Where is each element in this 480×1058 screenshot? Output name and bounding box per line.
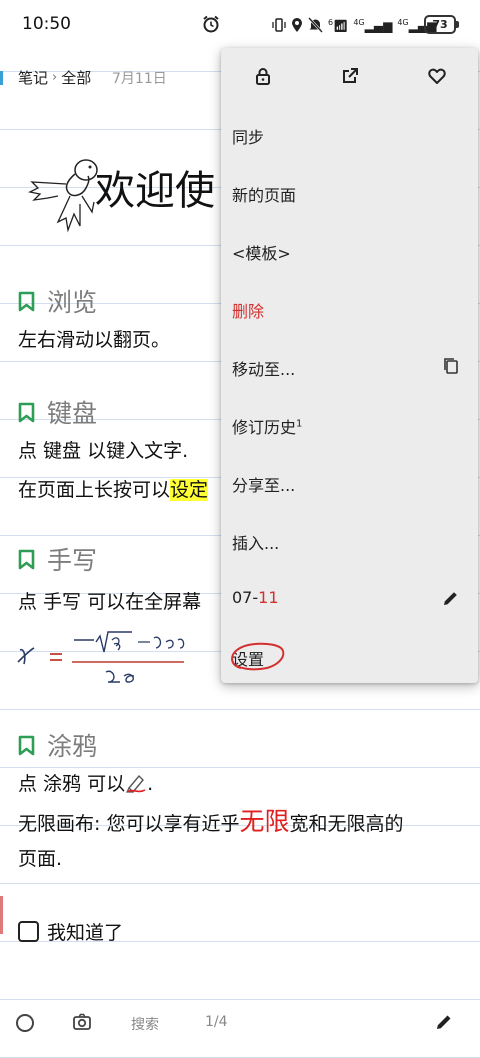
status-icons: 6📶︎ 4G▂▄▆ 4G▂▄▆ [272,15,436,35]
menu-item-settings[interactable]: 设置 [221,628,478,686]
menu-item-label: 新的页面 [232,186,297,205]
red-emphasis-text: 无限 [239,807,290,836]
breadcrumb-notebook[interactable]: 笔记 [18,67,48,88]
menu-item-revision-history[interactable]: 修订历史1 [221,396,478,454]
status-bar: 10:50 6📶︎ 4G▂▄▆ 4G▂▄▆ 73 [0,0,480,50]
menu-item-share[interactable]: 分享至... [221,454,478,512]
menu-item-delete[interactable]: 删除 [221,280,478,338]
bookmark-icon [18,735,35,755]
menu-item-new-page[interactable]: 新的页面 [221,164,478,222]
accent-bar [0,71,3,85]
heart-icon[interactable] [427,66,447,86]
section-keyboard: 键盘 [18,395,97,429]
section-doodle: 涂鸦 [18,728,97,762]
camera-icon[interactable] [72,1012,92,1032]
breadcrumb-separator: › [52,70,58,85]
bookmark-icon [18,549,35,569]
pencil-icon[interactable] [434,1012,454,1032]
signal-icon: 4G▂▄▆ [353,17,393,33]
section-handwriting: 手写 [18,542,97,576]
paragraph-line: 在页面上长按可以设定 [18,479,209,501]
checkbox[interactable] [18,921,39,942]
paragraph-line: 页面. [18,848,63,870]
copy-icon [444,358,458,374]
handwritten-formula [17,631,185,683]
menu-top-icons [221,48,478,104]
alarm-icon [203,15,219,33]
paragraph-line: 左右滑动以翻页。 [18,329,171,351]
open-external-icon[interactable] [340,66,360,86]
menu-item-template[interactable]: <模板> [221,222,478,280]
section-title: 浏览 [47,288,98,317]
menu-item-label: 删除 [232,302,265,321]
menu-item-page-date[interactable]: 07-11 [221,570,478,628]
menu-item-label: 插入... [232,534,280,553]
menu-item-label: 同步 [232,128,265,147]
section-title: 涂鸦 [47,732,98,761]
pencil-icon[interactable] [442,589,460,607]
section-title: 手写 [47,546,98,575]
marker-icon [126,774,146,794]
paragraph-line: 无限画布: 您可以享有近乎无限宽和无限高的 [18,807,404,836]
welcome-title: 欢迎使 [95,168,215,214]
bottom-toolbar: 搜索 1/4 [0,1000,480,1046]
paragraph-line: 点 涂鸦 可以. [18,773,154,795]
menu-item-label: 修订历史1 [232,418,303,437]
todo-checkbox-row[interactable]: 我知道了 [18,918,123,945]
status-time: 10:50 [22,14,71,34]
menu-item-label: 移动至... [232,360,296,379]
menu-item-label: <模板> [232,244,291,263]
search-button[interactable]: 搜索 [131,1014,159,1034]
battery-icon: 73 [424,15,459,34]
paragraph-line: 点 键盘 以键入文字. [18,440,189,462]
menu-item-move-to[interactable]: 移动至... [221,338,478,396]
menu-item-label: 07-11 [232,588,279,607]
section-browse: 浏览 [18,284,97,318]
overflow-menu: 同步 新的页面 <模板> 删除 移动至... 修订历史1 分享至... 插入..… [221,48,478,683]
highlighted-text: 设定 [170,479,209,501]
lasso-circle-icon[interactable] [16,1014,34,1032]
page-marker [0,896,3,934]
menu-item-insert[interactable]: 插入... [221,512,478,570]
hand-drawn-circle [231,642,285,671]
breadcrumb-folder[interactable]: 全部 [61,67,91,88]
mute-icon [308,17,323,33]
menu-item-label: 分享至... [232,476,296,495]
checkbox-label: 我知道了 [47,922,124,944]
menu-item-sync[interactable]: 同步 [221,106,478,164]
section-title: 键盘 [47,399,98,428]
wifi-icon: 6📶︎ [328,17,349,33]
paragraph-line: 点 手写 可以在全屏幕 [18,591,202,613]
page-indicator: 1/4 [205,1014,228,1030]
bookmark-icon [18,291,35,311]
lock-icon[interactable] [253,66,273,86]
note-date: 7月11日 [112,71,167,87]
bookmark-icon [18,402,35,422]
location-icon [292,18,302,32]
vibrate-icon [272,18,286,32]
bird-doodle [28,159,98,233]
breadcrumb[interactable]: 笔记 › 全部 [18,67,91,88]
